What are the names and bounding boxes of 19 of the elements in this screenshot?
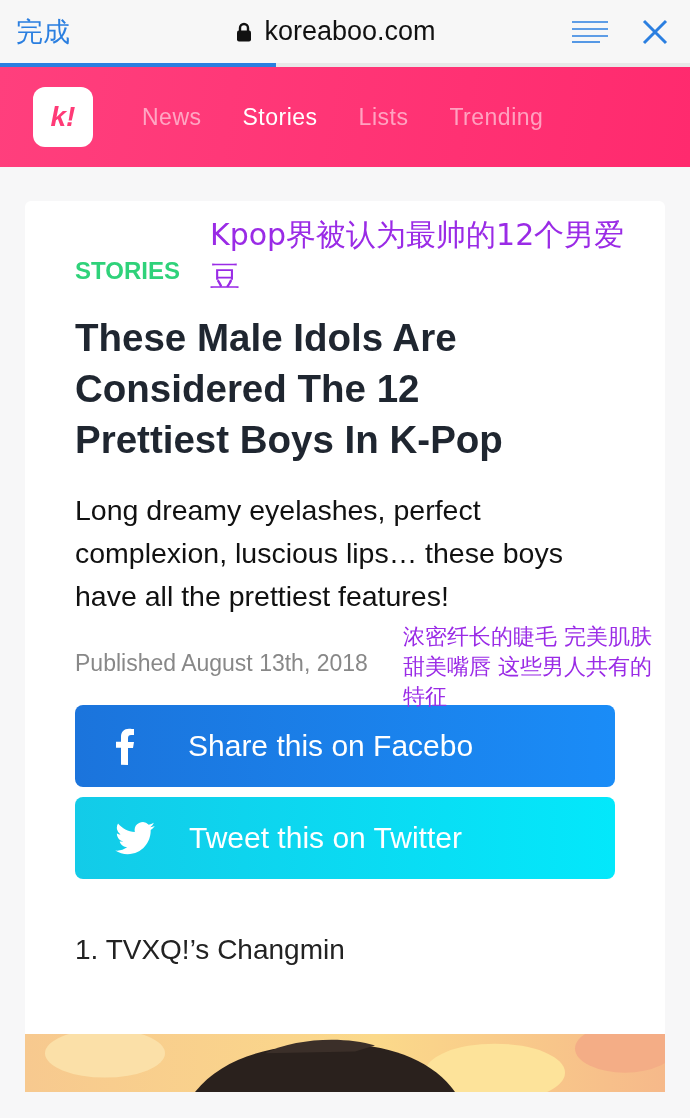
nav-tab[interactable]: Trending (449, 103, 544, 131)
logo[interactable]: k! (33, 87, 93, 147)
nav-tab[interactable]: Lists (358, 103, 409, 131)
item-heading: 1. TVXQ!’s Changmin (75, 934, 345, 967)
nav-tab[interactable]: News (142, 103, 202, 131)
twitter-share-button[interactable]: Tweet this on Twitter (75, 797, 615, 879)
article-summary: Long dreamy eyelashes, perfect complexion, luscious lips… these boys have all the prettiest features! (75, 493, 564, 614)
category-label[interactable]: STORIES (75, 257, 180, 285)
bird-icon (115, 821, 155, 855)
annotation-text: Kpop界被认为最帅的12个男爱豆 (210, 216, 626, 296)
publish-date: Published August 13th, 2018 (75, 650, 368, 677)
reader-icon[interactable] (572, 20, 608, 43)
done-button[interactable]: 完成 (16, 13, 70, 50)
lock-icon (236, 21, 253, 42)
url-text: koreaboo.com (264, 16, 436, 47)
facebook-icon (115, 727, 135, 765)
close-icon[interactable] (642, 18, 668, 45)
article-title: These Male Idols Are Considered The 12 Prettiest Boys In K-Pop (75, 315, 504, 463)
nav-tab[interactable]: Stories (242, 103, 318, 131)
